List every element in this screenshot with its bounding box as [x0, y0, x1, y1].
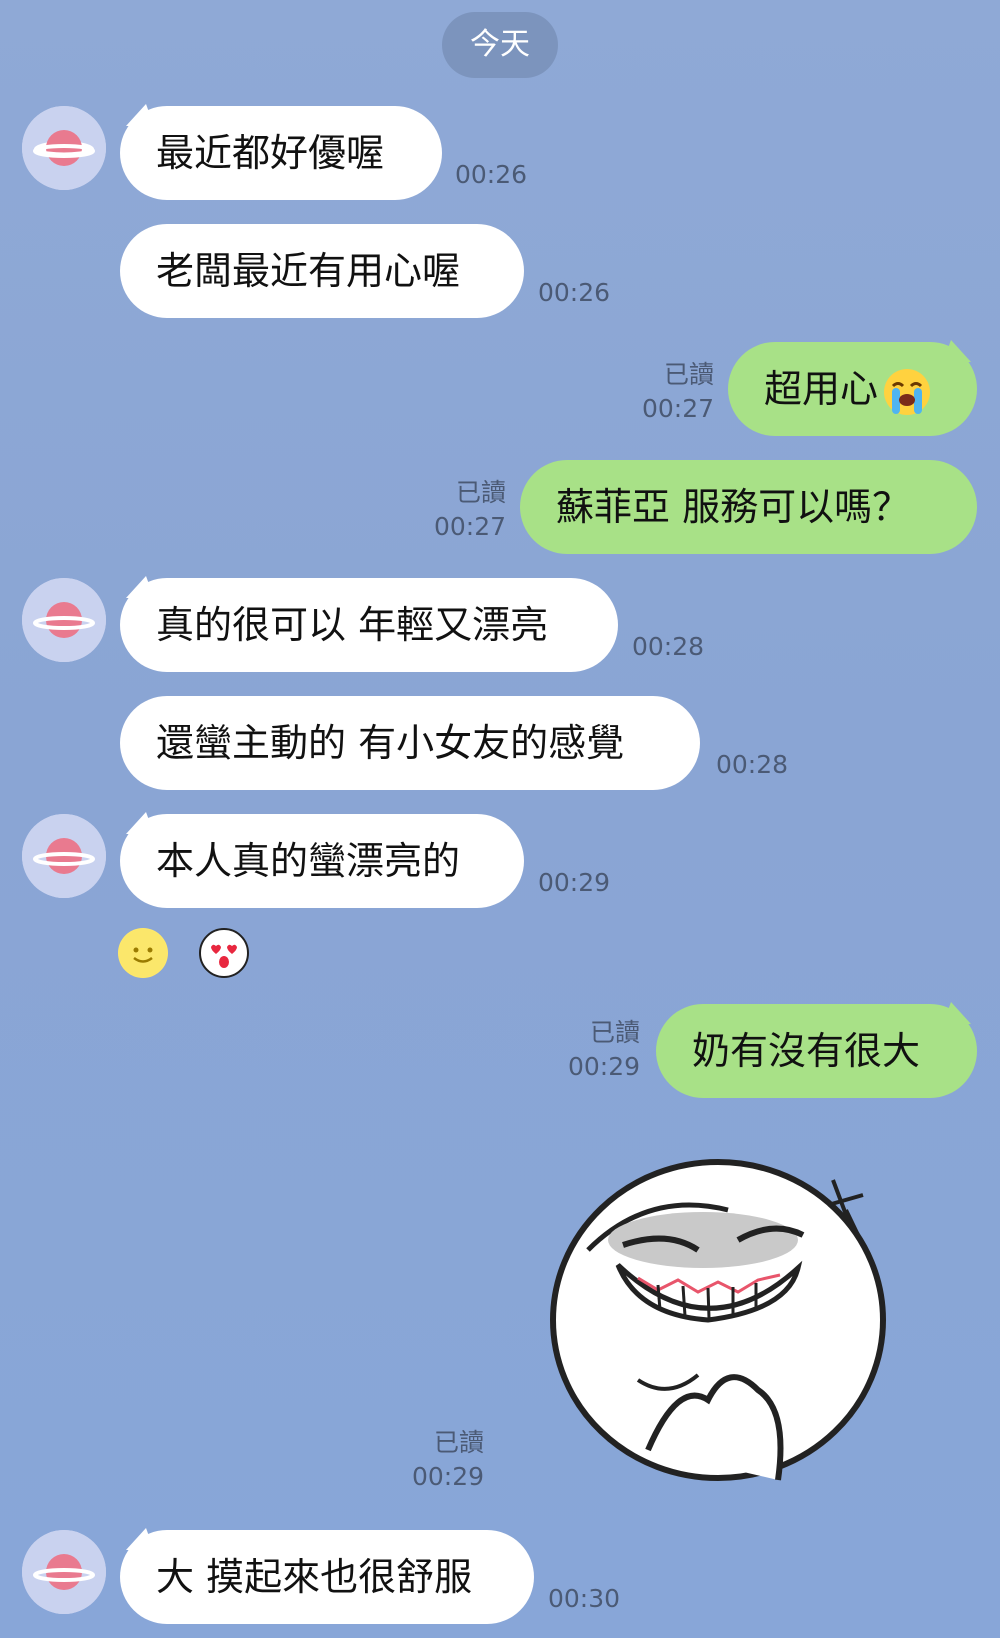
message-time: 00:29	[567, 1052, 640, 1081]
message-text: 老闆最近有用心喔	[156, 249, 461, 293]
message-text: 蘇菲亞 服務可以嗎？	[556, 485, 911, 529]
contact-avatar[interactable]	[22, 814, 106, 898]
message-bubble-8[interactable]: 奶有沒有很大	[656, 1004, 977, 1098]
message-meta: 已讀 00:27	[630, 358, 714, 426]
read-receipt: 已讀	[455, 478, 506, 507]
message-bubble-7[interactable]: 本人真的蠻漂亮的	[120, 814, 524, 908]
smirking-face-sticker[interactable]	[528, 1150, 898, 1500]
read-receipt: 已讀	[663, 360, 714, 389]
smiling-face-icon[interactable]	[118, 928, 168, 978]
crying-face-icon	[882, 367, 932, 417]
message-time: 00:27	[641, 394, 714, 423]
message-bubble-5[interactable]: 真的很可以 年輕又漂亮	[120, 578, 618, 672]
message-bubble-10[interactable]: 大 摸起來也很舒服	[120, 1530, 534, 1624]
message-bubble-6[interactable]: 還蠻主動的 有小女友的感覺	[120, 696, 700, 790]
message-bubble-1[interactable]: 最近都好優喔	[120, 106, 442, 200]
message-meta: 已讀 00:27	[420, 476, 506, 544]
message-time: 00:29	[411, 1462, 484, 1491]
message-text: 超用心	[764, 367, 879, 411]
planet-avatar-icon	[22, 578, 106, 662]
message-time: 00:29	[538, 868, 611, 897]
contact-avatar[interactable]	[22, 1530, 106, 1614]
read-receipt: 已讀	[589, 1018, 640, 1047]
message-time: 00:26	[538, 278, 611, 307]
message-bubble-4[interactable]: 蘇菲亞 服務可以嗎？	[520, 460, 977, 554]
message-text: 大 摸起來也很舒服	[156, 1555, 473, 1599]
contact-avatar[interactable]	[22, 578, 106, 662]
message-bubble-3[interactable]: 超用心	[728, 342, 977, 436]
message-text: 本人真的蠻漂亮的	[156, 839, 461, 883]
message-time: 00:26	[455, 160, 528, 189]
message-time: 00:27	[433, 512, 506, 541]
message-time: 00:28	[632, 632, 705, 661]
date-separator: 今天	[442, 12, 558, 78]
message-meta: 已讀 00:29	[398, 1426, 484, 1494]
planet-avatar-icon	[22, 814, 106, 898]
planet-avatar-icon	[22, 1530, 106, 1614]
message-text: 最近都好優喔	[156, 131, 385, 175]
message-text: 真的很可以 年輕又漂亮	[156, 603, 549, 647]
message-time: 00:28	[716, 750, 789, 779]
message-text: 奶有沒有很大	[692, 1029, 921, 1073]
heart-eyes-face-icon[interactable]	[199, 928, 249, 978]
message-time: 00:30	[548, 1584, 621, 1613]
message-bubble-2[interactable]: 老闆最近有用心喔	[120, 224, 524, 318]
message-text: 還蠻主動的 有小女友的感覺	[156, 721, 625, 765]
message-meta: 已讀 00:29	[556, 1016, 640, 1084]
read-receipt: 已讀	[433, 1428, 484, 1457]
planet-avatar-icon	[22, 106, 106, 190]
contact-avatar[interactable]	[22, 106, 106, 190]
